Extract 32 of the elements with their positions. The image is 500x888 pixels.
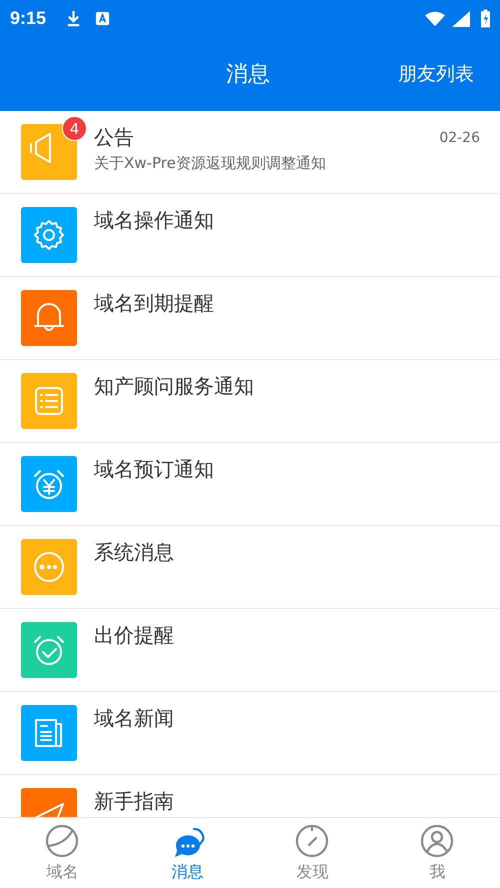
download-icon	[66, 10, 82, 27]
message-title: 域名到期提醒	[94, 290, 215, 317]
user-icon	[420, 824, 456, 860]
keyboard-app-icon	[95, 10, 110, 27]
message-preview: 关于Xw-Pre资源返现规则调整通知	[94, 154, 327, 173]
globe-icon	[44, 824, 80, 860]
message-title: 系统消息	[94, 539, 175, 566]
message-row[interactable]: 域名到期提醒	[0, 277, 500, 360]
gauge-icon	[294, 824, 330, 860]
page-title: 消息	[226, 61, 270, 89]
nav-tab[interactable]: 消息	[125, 818, 250, 888]
message-row[interactable]: 知产顾问服务通知	[0, 360, 500, 443]
message-row[interactable]: 域名预订通知	[0, 443, 500, 526]
message-title: 域名新闻	[94, 705, 175, 732]
battery-icon	[481, 9, 490, 28]
unread-badge: 4	[62, 116, 87, 141]
message-row[interactable]: 域名操作通知	[0, 194, 500, 277]
message-row[interactable]: 系统消息	[0, 526, 500, 609]
message-title: 域名预订通知	[94, 456, 215, 483]
message-title: 新手指南	[94, 788, 175, 815]
message-row[interactable]: 域名新闻	[0, 692, 500, 775]
message-title: 公告	[94, 124, 135, 151]
message-title: 出价提醒	[94, 622, 175, 649]
message-title: 知产顾问服务通知	[94, 373, 255, 400]
message-date: 02-26	[439, 130, 480, 146]
status-time: 9:15	[10, 8, 46, 29]
wifi-icon	[425, 10, 445, 26]
friend-list-link[interactable]: 朋友列表	[398, 61, 474, 87]
message-row[interactable]: 出价提醒	[0, 609, 500, 692]
message-row[interactable]: 4 公告 02-26 关于Xw-Pre资源返现规则调整通知	[0, 111, 500, 194]
message-title: 域名操作通知	[94, 207, 215, 234]
signal-icon	[451, 10, 471, 26]
